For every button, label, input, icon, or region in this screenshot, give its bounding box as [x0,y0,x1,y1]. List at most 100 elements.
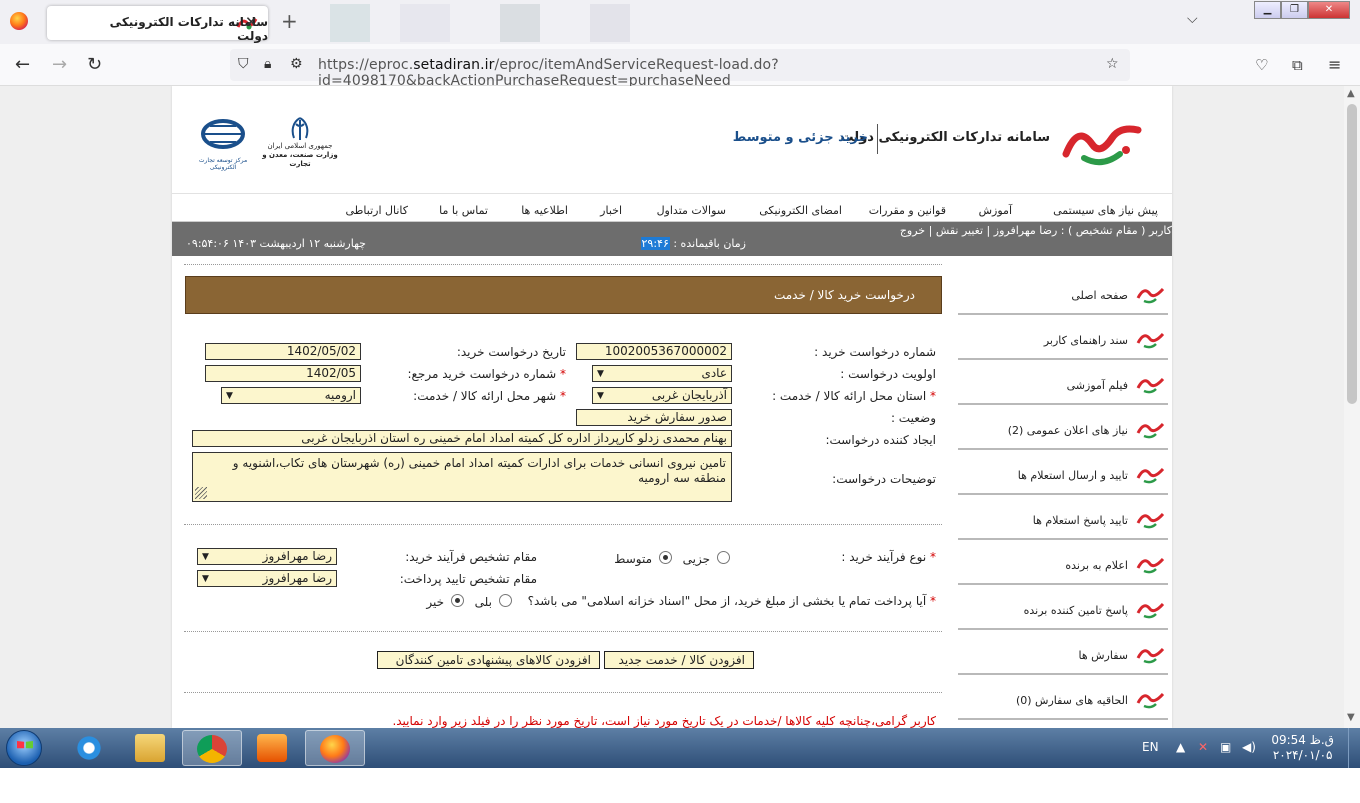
extensions-icon[interactable]: ⧉ [1292,56,1303,74]
iran-emblem: جمهوری اسلامی ایران وزارت صنعت، معدن و ت… [260,116,340,168]
priority-select[interactable]: عادی ▼ [592,365,732,382]
resize-handle-icon[interactable] [195,487,207,499]
province-select[interactable]: آذربایجان غربی ▼ [592,387,732,404]
taskbar-ie[interactable] [60,730,120,766]
add-suggested-items-button[interactable]: افزودن کالاهای پیشنهادی تامین کنندگان [377,651,600,669]
restore-button[interactable]: ❐ [1281,1,1308,19]
window-controls: ▁ ❐ ✕ [1254,1,1350,19]
menu-training[interactable]: آموزش [979,204,1012,217]
menu-system-requirements[interactable]: پیش نیاز های سیستمی [1053,204,1158,217]
bookmark-star-icon[interactable]: ☆ [1106,56,1119,72]
vertical-scrollbar[interactable]: ▲ ▼ [1344,86,1360,728]
system-tray: EN ▲ ✕ ▣ ◀) 09:54 ق.ظ ۲۰۲۴/۰۱/۰۵ [1130,728,1360,768]
monitor-icon[interactable]: ▣ [1220,740,1231,754]
menu-e-signature[interactable]: امضای الکترونیکی [759,204,842,217]
clock-time: 09:54 ق.ظ [1271,733,1334,747]
scrollbar-thumb[interactable] [1347,104,1357,404]
start-button[interactable] [6,730,42,766]
current-datetime: چهارشنبه ۱۲ اردیبهشت ۱۴۰۳ ۰۹:۵۴:۰۶ [186,237,366,250]
ref-number-field[interactable]: 1402/05 [205,365,361,382]
emblem-caption-2: وزارت صنعت، معدن و تجارت [262,151,338,168]
reload-icon[interactable]: ↻ [87,54,102,75]
show-hidden-icons-icon[interactable]: ▲ [1176,740,1185,754]
app-menu-icon[interactable]: ≡ [1328,55,1341,74]
ecommerce-caption: مرکز توسعه تجارت الکترونیکی [198,157,248,171]
pocket-icon[interactable]: ♡ [1255,56,1268,74]
setad-logo-icon [1136,287,1165,304]
logout-link[interactable]: خروج [900,224,925,237]
setad-logo-icon [1136,377,1165,394]
clock[interactable]: 09:54 ق.ظ ۲۰۲۴/۰۱/۰۵ [1271,733,1334,763]
process-minor-radio[interactable] [717,551,730,564]
show-desktop-button[interactable] [1348,728,1360,768]
scroll-down-icon[interactable]: ▼ [1347,712,1355,723]
menu-laws[interactable]: قوانین و مقررات [869,204,946,217]
treasury-yes-label: بلی [474,595,492,609]
add-item-button[interactable]: افزودن کالا / خدمت جدید [604,651,754,669]
change-role-link[interactable]: تغییر نقش [936,224,983,237]
tab-title: سامانه تدارکات الکترونیکی دولت [109,15,268,43]
taskbar-media[interactable] [243,730,303,766]
shield-icon[interactable]: ⛉ [238,56,249,72]
url-bar[interactable]: ⛉ 🔒︎ ⚙ https://eproc.setadiran.ir/eproc/… [230,49,1130,89]
sidebar-item-order-amendments[interactable]: الحاقیه های سفارش (0) [958,675,1168,720]
taskbar-explorer[interactable] [121,730,181,766]
sidebar-item-label: فیلم آموزشی [1066,379,1128,392]
menu-channel[interactable]: کانال ارتباطی [345,204,408,217]
ref-number-label: * شماره درخواست خرید مرجع: [407,367,566,381]
browser-tab-bar: سامانه تدارکات الکترونیکی دولت ✕ + ⌵ ▁ ❐… [0,0,1360,44]
network-error-icon[interactable]: ✕ [1198,740,1208,754]
setad-logo-icon [1136,602,1165,619]
city-label: * شهر محل ارائه کالا / خدمت: [413,389,566,403]
permissions-icon[interactable]: ⚙ [290,56,303,72]
sidebar-item-label: سفارش ها [1078,649,1128,662]
url-text[interactable]: https://eproc.setadiran.ir/eproc/itemAnd… [318,57,1130,89]
volume-icon[interactable]: ◀) [1242,740,1256,754]
sidebar-item-public-needs[interactable]: نیاز های اعلان عمومی (2) [958,405,1168,450]
setad-logo-icon [1136,332,1165,349]
menu-news[interactable]: اخبار [600,204,622,217]
process-medium-radio[interactable] [659,551,672,564]
sidebar-item-inquiry-responses[interactable]: تایید پاسخ استعلام ها [958,495,1168,540]
lock-icon[interactable]: 🔒︎ [264,56,271,72]
menu-faq[interactable]: سوالات متداول [657,204,726,217]
treasury-no-radio[interactable] [451,594,464,607]
menu-announcements[interactable]: اطلاعیه ها [521,204,568,217]
description-textarea[interactable]: تامین نیروی انسانی خدمات برای ادارات کمی… [192,452,732,502]
priority-value: عادی [701,366,727,380]
new-tab-button[interactable]: + [281,9,298,33]
tab-close-icon[interactable]: ✕ [245,13,258,31]
sidebar: صفحه اصلی سند راهنمای کاربر فیلم آموزشی … [958,270,1168,728]
sidebar-item-winner-notice[interactable]: اعلام به برنده [958,540,1168,585]
browser-tab[interactable]: سامانه تدارکات الکترونیکی دولت ✕ [47,6,268,43]
taskbar-chrome[interactable] [182,730,242,766]
browser-nav-bar: ← → ↻ ⛉ 🔒︎ ⚙ https://eproc.setadiran.ir/… [0,44,1360,89]
scroll-up-icon[interactable]: ▲ [1347,88,1355,99]
sidebar-item-home[interactable]: صفحه اصلی [958,270,1168,315]
chevron-down-icon: ▼ [597,391,604,401]
purchase-authority-select[interactable]: رضا مهرافروز ▼ [197,548,337,565]
city-select[interactable]: ارومیه ▼ [221,387,361,404]
page-viewport: سامانه تدارکات الکترونیکی دولت خرید جزئی… [0,86,1344,728]
treasury-yes-radio[interactable] [499,594,512,607]
sidebar-item-send-inquiries[interactable]: تایید و ارسال استعلام ها [958,450,1168,495]
language-indicator[interactable]: EN [1142,740,1159,754]
emblem-caption-1: جمهوری اسلامی ایران [267,142,333,150]
sidebar-item-winner-response[interactable]: پاسخ تامین کننده برنده [958,585,1168,630]
minimize-button[interactable]: ▁ [1254,1,1281,19]
site-container: سامانه تدارکات الکترونیکی دولت خرید جزئی… [172,86,1172,728]
taskbar-firefox[interactable] [305,730,365,766]
firefox-menu-icon[interactable] [10,12,28,30]
sidebar-item-orders[interactable]: سفارش ها [958,630,1168,675]
menu-contact[interactable]: تماس با ما [439,204,488,217]
back-icon[interactable]: ← [15,54,30,75]
firefox-icon [320,735,350,763]
close-window-button[interactable]: ✕ [1308,1,1350,19]
sidebar-item-training-video[interactable]: فیلم آموزشی [958,360,1168,405]
forward-icon[interactable]: → [52,54,67,75]
payment-authority-select[interactable]: رضا مهرافروز ▼ [197,570,337,587]
list-all-tabs-icon[interactable]: ⌵ [1187,11,1198,27]
sidebar-item-user-guide[interactable]: سند راهنمای کاربر [958,315,1168,360]
site-header: سامانه تدارکات الکترونیکی دولت خرید جزئی… [172,86,1172,194]
process-minor-label: جزیی [682,552,710,566]
